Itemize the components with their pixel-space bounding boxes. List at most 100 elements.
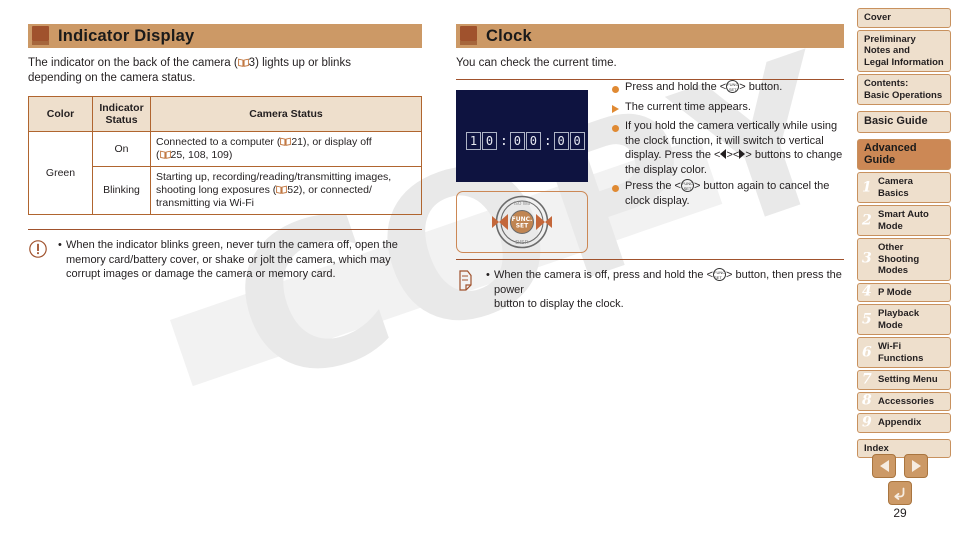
bullet-dot: • [486, 269, 490, 281]
dial-svg: FUNC. SET ISO WB DISP. [492, 195, 552, 249]
desc-text-a: Connected to a computer ( [156, 136, 281, 148]
book-reference-icon [159, 150, 171, 159]
desc-line1: Starting up, recording/reading/transmitt… [156, 171, 392, 183]
bullet-dot-icon [612, 179, 625, 208]
bullet-dot: • [58, 239, 62, 251]
next-page-button[interactable] [904, 454, 928, 478]
clock-title: Clock [486, 26, 532, 45]
intro-text-part2: depending on the camera status. [28, 72, 196, 84]
sidebar-item-label: Smart Auto Mode [878, 209, 929, 232]
caution-text: • When the indicator blinks green, never… [58, 238, 398, 282]
triangle-right-icon [911, 460, 921, 472]
cell-state-on: On [92, 131, 151, 167]
return-arrow-icon [894, 487, 905, 500]
sidebar-item-label: Contents: Basic Operations [864, 78, 943, 101]
step-text-b: >< [726, 149, 740, 161]
previous-page-button[interactable] [872, 454, 896, 478]
page-title: Indicator Display [58, 26, 195, 45]
list-item: Press and hold the < FUNC SET > button. [612, 80, 844, 98]
book-reference-icon [237, 58, 249, 67]
sidebar-item-other-shooting-modes[interactable]: 3 Other Shooting Modes [857, 238, 951, 281]
note-line1-a: When the camera is off, press and hold t… [494, 269, 714, 281]
cell-desc-on: Connected to a computer (21), or display… [150, 131, 422, 167]
camera-dial-illustration: FUNC. SET ISO WB DISP. [456, 191, 588, 253]
chapter-number: 4 [862, 283, 872, 300]
sidebar-item-preliminary-notes[interactable]: Preliminary Notes and Legal Information [857, 29, 951, 72]
clock-digit: 0 [482, 132, 497, 150]
caution-line1: When the indicator blinks green, never t… [66, 239, 398, 251]
col-header-camera-status: Camera Status [150, 96, 422, 132]
svg-text:SET: SET [516, 223, 529, 230]
left-column: Indicator Display The indicator on the b… [28, 0, 422, 282]
chapter-number: 5 [862, 310, 872, 327]
clock-separator: : [543, 133, 552, 149]
sidebar-item-accessories[interactable]: 8 Accessories [857, 391, 951, 411]
section-tab-marker [32, 26, 49, 45]
manual-page: Indicator Display The indicator on the b… [0, 0, 954, 534]
col-header-indicator-status: Indicator Status [92, 96, 151, 132]
triangle-left-icon [879, 460, 889, 472]
indicator-status-table: Color Indicator Status Camera Status Gree… [28, 96, 422, 215]
clock-digits-row: 1 0 : 0 0 : 0 0 [466, 132, 586, 150]
desc-line3: transmitting via Wi-Fi [156, 197, 255, 209]
bullet-dot-icon [612, 80, 625, 98]
sidebar-item-p-mode[interactable]: 4 P Mode [857, 282, 951, 302]
step-text: Press and hold the < FUNC SET > button. [625, 80, 844, 98]
sidebar-item-label: P Mode [878, 286, 912, 298]
desc-text-c: 25, 108, 109) [170, 149, 233, 161]
clock-digit: 1 [466, 132, 481, 150]
sidebar-item-appendix[interactable]: 9 Appendix [857, 413, 951, 433]
chapter-number: 2 [862, 211, 872, 228]
sidebar-item-label: Index [864, 442, 889, 454]
caution-line3: corrupt images or damage the camera or m… [66, 268, 336, 280]
step-text-a: Press the < [625, 180, 681, 192]
back-button[interactable] [888, 481, 912, 505]
sidebar-item-advanced-guide[interactable]: Advanced Guide [857, 139, 951, 170]
chapter-number: 6 [862, 343, 872, 360]
sidebar-item-label: Basic Guide [864, 115, 928, 128]
sidebar-item-basic-guide[interactable]: Basic Guide [857, 111, 951, 133]
clock-intro: You can check the current time. [456, 57, 617, 69]
chapter-number: 9 [862, 414, 872, 430]
book-reference-icon [276, 185, 288, 194]
list-item: If you hold the camera vertically while … [612, 119, 844, 177]
sidebar-item-cover[interactable]: Cover [857, 8, 951, 28]
sidebar-item-smart-auto-mode[interactable]: 2 Smart Auto Mode [857, 205, 951, 236]
bullet-triangle-icon [612, 100, 625, 118]
sidebar-item-setting-menu[interactable]: 7 Setting Menu [857, 370, 951, 390]
section-tab-marker [460, 26, 477, 45]
book-reference-icon [280, 137, 292, 146]
step-text-a: Press and hold the < [625, 81, 727, 93]
intro-paragraph: The indicator on the back of the camera … [28, 56, 422, 86]
func-set-button-icon: FUNC SET [726, 80, 740, 93]
chapter-number: 7 [862, 371, 872, 387]
right-column: Clock You can check the current time. 1 … [456, 0, 844, 312]
func-set-button-icon: FUNC SET [680, 179, 694, 192]
sidebar-item-camera-basics[interactable]: 1 Camera Basics [857, 172, 951, 203]
clock-digit: 0 [553, 132, 569, 150]
desc-line2-a: shooting long exposures ( [156, 184, 277, 196]
sidebar-item-label: Appendix [878, 417, 922, 428]
caution-icon [28, 238, 58, 264]
list-item: The current time appears. [612, 100, 844, 118]
intro-text-part1: The indicator on the back of the camera … [28, 57, 238, 69]
sidebar-item-label: Accessories [878, 395, 934, 407]
sidebar-item-contents[interactable]: Contents: Basic Operations [857, 74, 951, 105]
sidebar-item-label: Playback Mode [878, 308, 920, 331]
svg-text:ISO WB: ISO WB [514, 201, 531, 207]
clock-separator: : [500, 133, 508, 149]
caution-line2: memory card/battery cover, or shake or j… [66, 253, 391, 266]
sidebar-item-label: Setting Menu [878, 374, 938, 385]
sidebar-item-label: Preliminary Notes and Legal Information [864, 33, 944, 68]
sidebar-item-wifi-functions[interactable]: 6 Wi-Fi Functions [857, 337, 951, 368]
caution-block: • When the indicator blinks green, never… [28, 229, 422, 282]
table-header-row: Color Indicator Status Camera Status [28, 96, 422, 132]
note-block: • When the camera is off, press and hold… [456, 259, 844, 312]
note-line2: button to display the clock. [494, 298, 624, 310]
col-header-color: Color [28, 96, 93, 132]
section-header-indicator-display: Indicator Display [28, 24, 422, 48]
sidebar-item-playback-mode[interactable]: 5 Playback Mode [857, 304, 951, 335]
step-text-b: > button. [739, 81, 783, 93]
step-text: The current time appears. [625, 100, 751, 113]
